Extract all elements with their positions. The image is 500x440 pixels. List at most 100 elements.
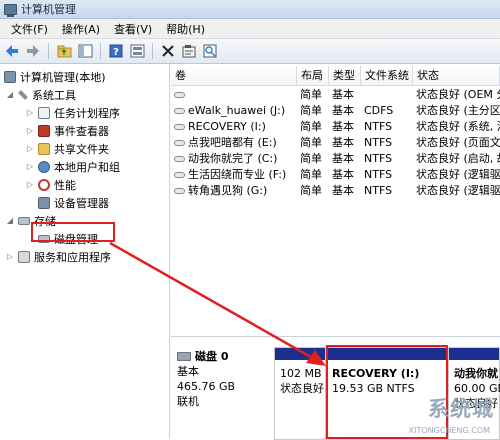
column-header-status[interactable]: 状态: [413, 66, 500, 86]
volume-list: 卷 布局 类型 文件系统 状态 简单 基本 状态良好 (OEM 分 eWalk_…: [171, 64, 500, 336]
table-row[interactable]: 转角遇见狗 (G:) 简单 基本 NTFS 状态良好 (逻辑驱: [171, 183, 500, 199]
up-folder-icon[interactable]: [55, 42, 73, 60]
layout-cell: 简单: [300, 136, 322, 149]
query-icon[interactable]: [201, 42, 219, 60]
tree-item-task-scheduler[interactable]: ▷ 任务计划程序: [26, 104, 120, 121]
partition-status: 状态良好: [280, 382, 324, 395]
status-cell: 状态良好 (主分区): [416, 104, 500, 117]
tree-item-system-tools[interactable]: ◢ 系统工具: [6, 86, 76, 103]
volume-name: RECOVERY (I:): [188, 120, 266, 133]
filesystem-cell: NTFS: [364, 168, 393, 181]
disk-state: 联机: [177, 395, 199, 408]
status-cell: 状态良好 (页面文件: [416, 136, 500, 149]
collapse-arrow-icon[interactable]: ◢: [6, 90, 14, 99]
filesystem-cell: NTFS: [364, 120, 393, 133]
type-cell: 基本: [332, 136, 354, 149]
tree-item-performance[interactable]: ▷ 性能: [26, 176, 76, 193]
toolbar: ?: [0, 39, 500, 64]
table-row[interactable]: 生活因绕而专业 (F:) 简单 基本 NTFS 状态良好 (逻辑驱: [171, 167, 500, 183]
toolbar-separator: [48, 43, 49, 59]
shared-folder-icon: [38, 142, 50, 155]
disk-map: 磁盘 0 基本 465.76 GB 联机 102 MB 状态良好 RECOVER…: [171, 336, 500, 440]
disk-info[interactable]: 磁盘 0 基本 465.76 GB 联机: [177, 349, 272, 409]
tree-item-label: 设备管理器: [54, 196, 109, 210]
help-icon[interactable]: ?: [107, 42, 125, 60]
partition-system-reserved[interactable]: 102 MB 状态良好: [274, 347, 326, 440]
type-cell: 基本: [332, 104, 354, 117]
table-row[interactable]: 点我吧暗都有 (E:) 简单 基本 NTFS 状态良好 (页面文件: [171, 135, 500, 151]
partition-label: 动我你就: [454, 367, 498, 380]
disk-title: 磁盘 0: [177, 349, 272, 364]
menu-view[interactable]: 查看(V): [107, 21, 159, 37]
column-header-type[interactable]: 类型: [329, 66, 361, 86]
computer-icon: [4, 70, 16, 83]
filesystem-cell: NTFS: [364, 152, 393, 165]
column-header-volume[interactable]: 卷: [171, 66, 297, 86]
table-row[interactable]: 动我你就完了 (C:) 简单 基本 NTFS 状态良好 (启动, 故: [171, 151, 500, 167]
menu-action[interactable]: 操作(A): [55, 21, 107, 37]
show-hide-tree-icon[interactable]: [76, 42, 94, 60]
tree-item-label: 任务计划程序: [54, 106, 120, 120]
tree-item-local-users[interactable]: ▷ 本地用户和组: [26, 158, 120, 175]
disk-name: 磁盘 0: [195, 350, 229, 363]
layout-cell: 简单: [300, 88, 322, 101]
partition-bar: [275, 348, 325, 360]
expand-arrow-icon[interactable]: ▷: [26, 162, 34, 171]
volume-name-cell: eWalk_huawei (J:): [171, 103, 297, 119]
column-header-layout[interactable]: 布局: [297, 66, 329, 86]
collapse-arrow-icon[interactable]: ◢: [6, 216, 14, 225]
disk-icon: [177, 352, 191, 361]
column-header-filesystem[interactable]: 文件系统: [361, 66, 413, 86]
partition-text: 102 MB 状态良好: [280, 366, 324, 396]
layout-cell: 简单: [300, 120, 322, 133]
volume-name: 转角遇见狗 (G:): [188, 184, 268, 197]
tree-item-event-viewer[interactable]: ▷ 事件查看器: [26, 122, 109, 139]
volume-icon: [174, 108, 185, 114]
volume-icon: [174, 92, 185, 98]
forward-icon[interactable]: [24, 42, 42, 60]
disk-size: 465.76 GB: [177, 380, 236, 393]
volume-name: 动我你就完了 (C:): [188, 152, 278, 165]
tree-item-label: 事件查看器: [54, 124, 109, 138]
menu-file[interactable]: 文件(F): [4, 21, 55, 37]
expand-arrow-icon[interactable]: ▷: [26, 180, 34, 189]
table-row[interactable]: RECOVERY (I:) 简单 基本 NTFS 状态良好 (系统, 活: [171, 119, 500, 135]
tree-item-computer-management[interactable]: 计算机管理(本地): [4, 68, 106, 85]
layout-cell: 简单: [300, 168, 322, 181]
layout-cell: 简单: [300, 184, 322, 197]
view-icon[interactable]: [128, 42, 146, 60]
title-bar: 计算机管理: [0, 0, 500, 19]
tree-item-label: 性能: [54, 178, 76, 192]
tree-item-device-manager[interactable]: 设备管理器: [38, 194, 109, 211]
volume-icon: [174, 172, 185, 178]
table-row[interactable]: 简单 基本 状态良好 (OEM 分: [171, 87, 500, 103]
filesystem-cell: NTFS: [364, 184, 393, 197]
volume-name-cell: 动我你就完了 (C:): [171, 151, 297, 167]
tree-item-services-apps[interactable]: ▷ 服务和应用程序: [6, 248, 111, 265]
back-icon[interactable]: [3, 42, 21, 60]
computer-management-icon: [4, 3, 17, 17]
volume-name-cell: 点我吧暗都有 (E:): [171, 135, 297, 151]
tree-item-shared-folders[interactable]: ▷ 共享文件夹: [26, 140, 109, 157]
expand-arrow-icon[interactable]: ▷: [6, 252, 14, 261]
watermark-subtext: XITONGCHENG.COM: [408, 426, 490, 435]
volume-name-cell: 转角遇见狗 (G:): [171, 183, 297, 199]
partition-bar: [449, 348, 499, 360]
list-header: 卷 布局 类型 文件系统 状态: [171, 66, 500, 86]
expand-arrow-icon[interactable]: ▷: [26, 108, 34, 117]
expand-arrow-icon[interactable]: ▷: [26, 144, 34, 153]
services-icon: [18, 250, 30, 263]
menu-help[interactable]: 帮助(H): [159, 21, 212, 37]
navigation-tree: 计算机管理(本地) ◢ 系统工具 ▷ 任务计划程序 ▷ 事件查看器 ▷ 共享文件…: [0, 64, 170, 439]
table-row[interactable]: eWalk_huawei (J:) 简单 基本 CDFS 状态良好 (主分区): [171, 103, 500, 119]
delete-icon[interactable]: [159, 42, 177, 60]
menu-bar: 文件(F) 操作(A) 查看(V) 帮助(H): [0, 19, 500, 39]
tools-icon: [18, 89, 28, 100]
disk-kind: 基本: [177, 365, 199, 378]
properties-icon[interactable]: [180, 42, 198, 60]
expand-arrow-icon[interactable]: ▷: [26, 126, 34, 135]
type-cell: 基本: [332, 168, 354, 181]
tree-item-label: 计算机管理(本地): [20, 70, 106, 84]
svg-text:?: ?: [113, 47, 119, 58]
volume-icon: [174, 156, 185, 162]
